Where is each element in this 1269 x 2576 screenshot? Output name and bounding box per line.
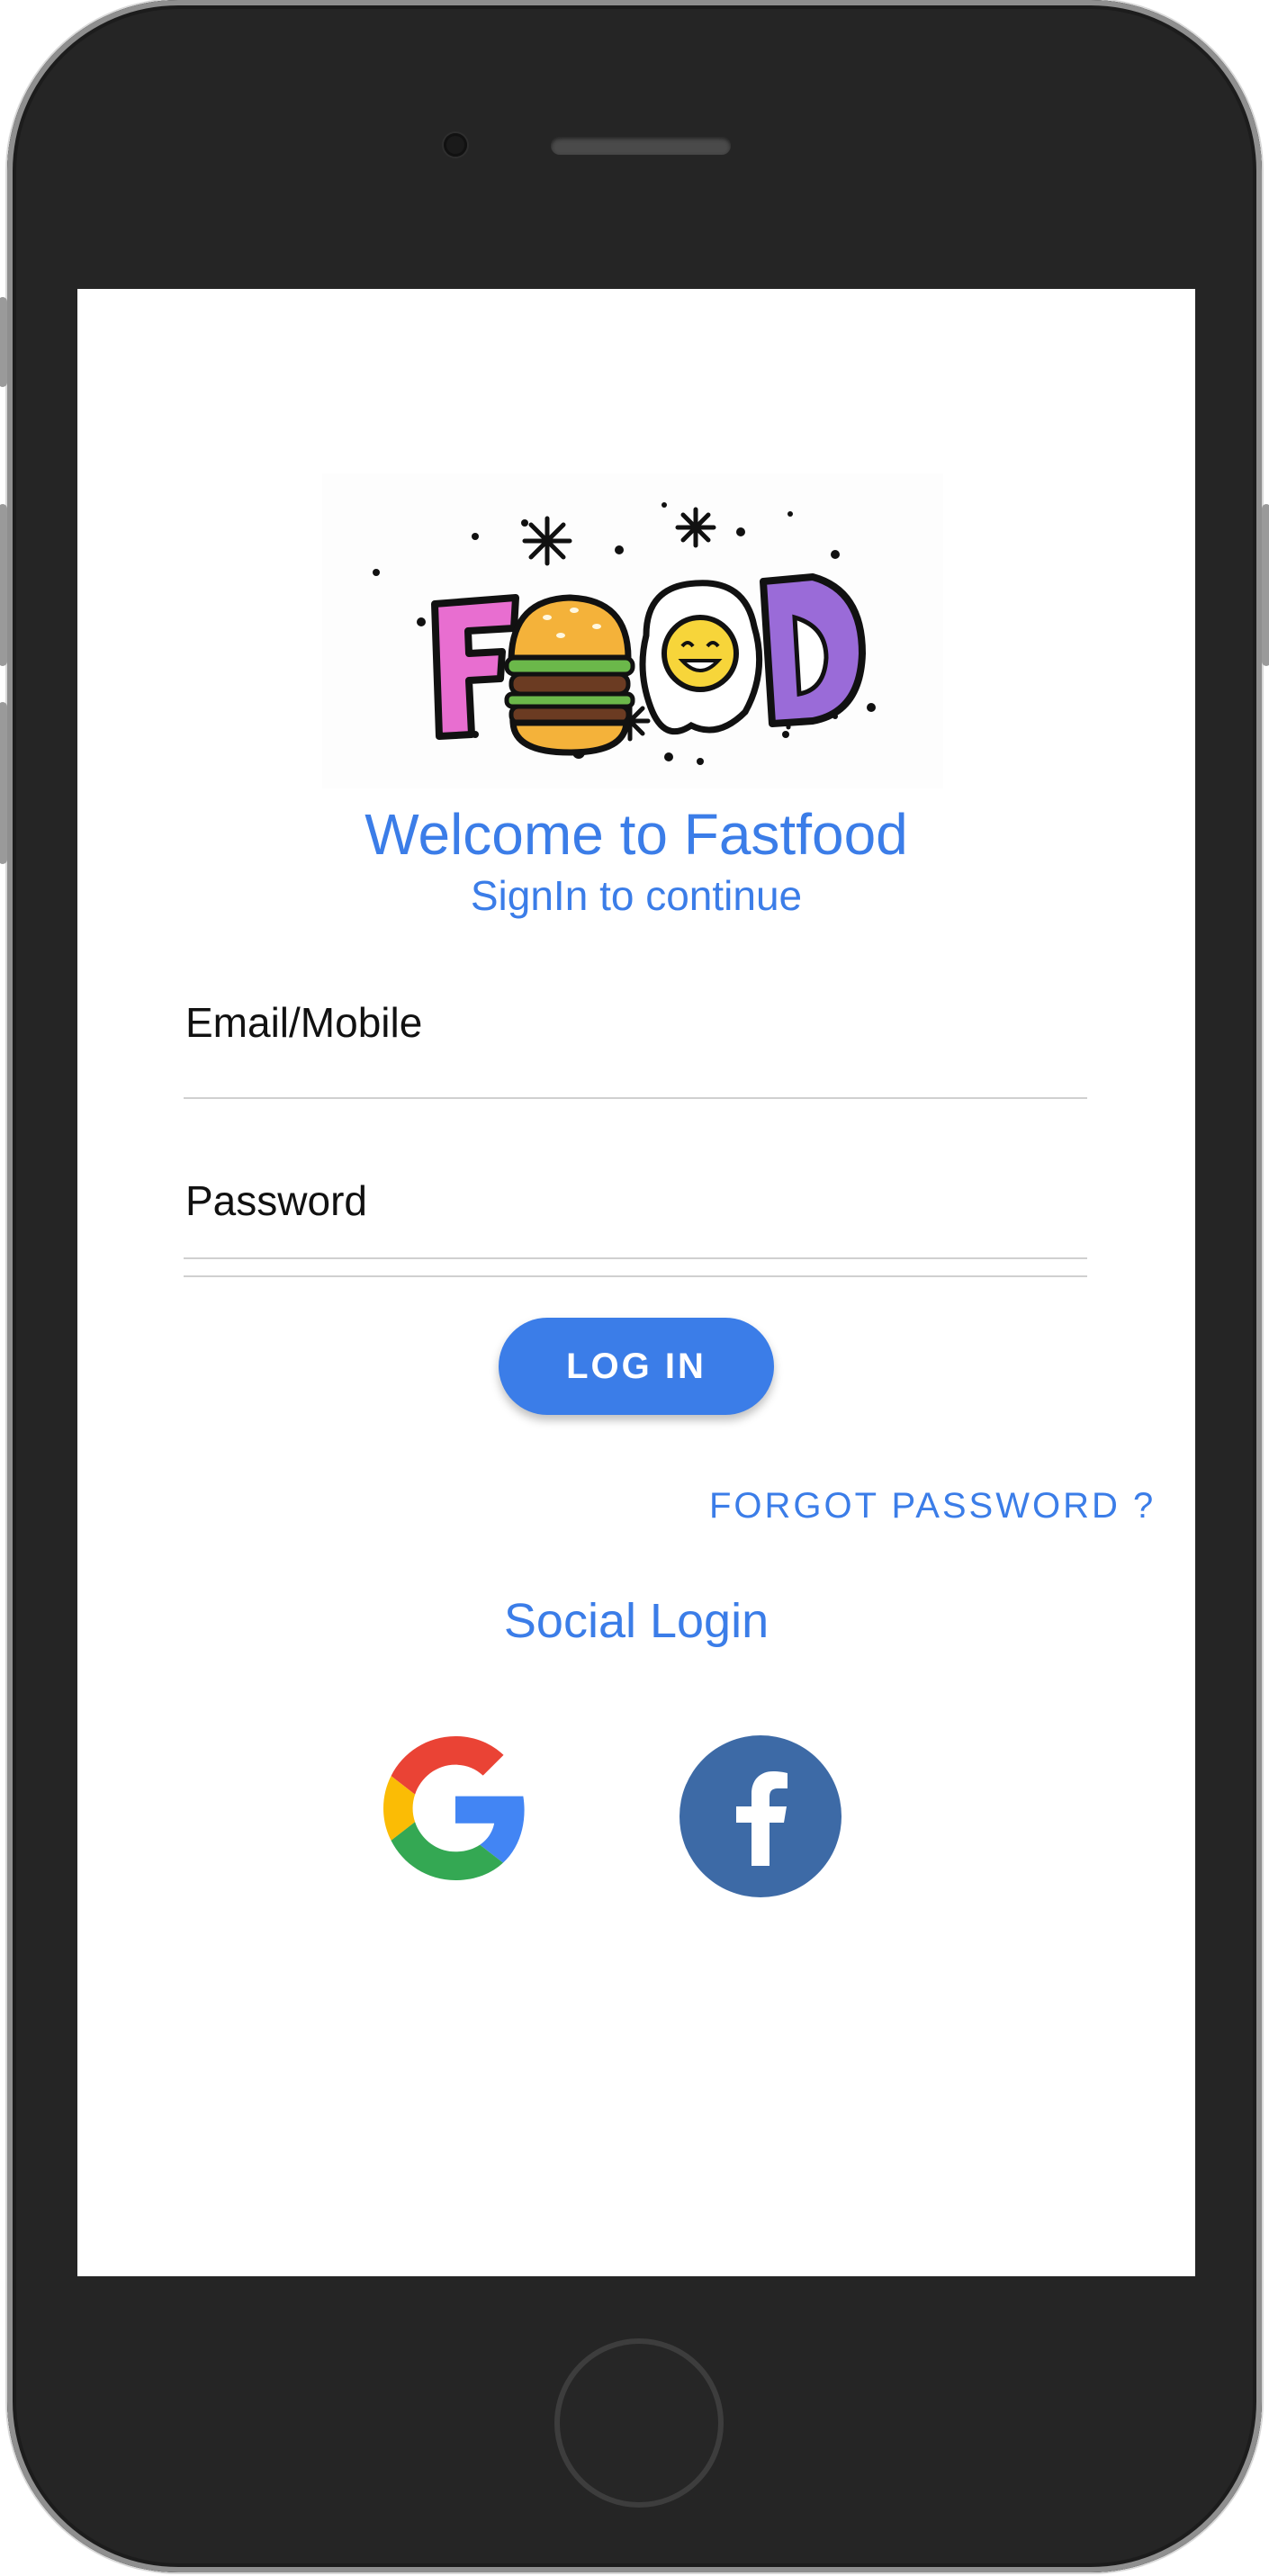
camera-icon	[444, 133, 467, 157]
email-field-underline	[184, 1097, 1087, 1099]
password-field-underline	[184, 1275, 1087, 1277]
food-logo	[322, 473, 943, 788]
email-field[interactable]	[184, 1257, 1087, 1259]
volume-down-button	[0, 702, 7, 864]
phone-frame: Welcome to Fastfood SignIn to continue E…	[0, 0, 1269, 2572]
power-button	[1262, 504, 1269, 666]
speaker-grille	[551, 137, 731, 155]
facebook-login-button[interactable]	[680, 1735, 842, 1897]
social-login-title: Social Login	[503, 1594, 770, 1648]
app-screen: Welcome to Fastfood SignIn to continue E…	[77, 289, 1195, 2276]
home-button[interactable]	[554, 2338, 724, 2508]
email-field-label[interactable]: Email/Mobile	[185, 998, 422, 1047]
password-field-label[interactable]: Password	[185, 1176, 367, 1225]
signin-subtitle: SignIn to continue	[470, 872, 803, 919]
welcome-title: Welcome to Fastfood	[364, 802, 908, 867]
volume-up-button	[0, 504, 7, 666]
side-button	[0, 297, 7, 387]
forgot-password-link[interactable]: FORGOT PASSWORD ?	[709, 1486, 1156, 1527]
facebook-icon	[736, 1771, 788, 1866]
login-button[interactable]: LOG IN	[499, 1318, 774, 1415]
google-icon[interactable]	[383, 1736, 527, 1880]
